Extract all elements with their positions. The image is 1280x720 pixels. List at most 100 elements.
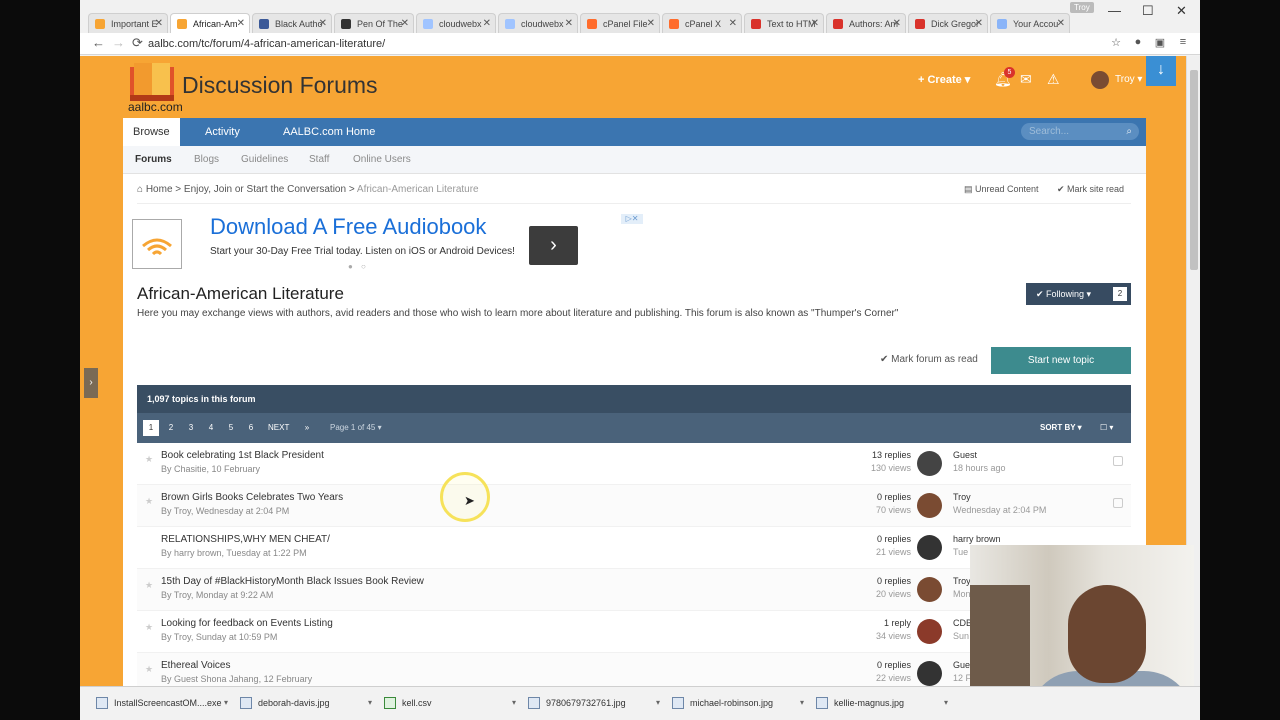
- browser-tab[interactable]: Your Accou ✕: [990, 13, 1070, 33]
- chevron-down-icon[interactable]: ▾: [512, 692, 516, 714]
- ad-text[interactable]: Start your 30-Day Free Trial today. List…: [210, 246, 515, 257]
- bookmark-star-icon[interactable]: ☆: [1109, 36, 1123, 50]
- avatar[interactable]: [917, 451, 942, 476]
- close-icon[interactable]: ✕: [647, 14, 655, 33]
- select-all-dropdown[interactable]: ☐ ▾: [1100, 420, 1113, 436]
- last-poster[interactable]: Troy: [953, 576, 971, 586]
- avatar[interactable]: [917, 577, 942, 602]
- audible-logo-icon[interactable]: [132, 219, 182, 269]
- subnav-blogs[interactable]: Blogs: [194, 146, 219, 174]
- create-button[interactable]: + Create ▾: [918, 73, 970, 86]
- browser-tab[interactable]: Pen Of The ✕: [334, 13, 414, 33]
- close-icon[interactable]: ✕: [975, 14, 983, 33]
- breadcrumb-home[interactable]: Home: [146, 184, 173, 195]
- next-page-button[interactable]: NEXT: [265, 420, 292, 436]
- minimize-icon[interactable]: —: [1108, 3, 1121, 18]
- extension-icon-2[interactable]: ▣: [1153, 36, 1167, 50]
- close-icon[interactable]: ✕: [401, 14, 409, 33]
- browser-tab[interactable]: Text to HTM ✕: [744, 13, 824, 33]
- menu-icon[interactable]: ≡: [1176, 36, 1190, 50]
- chevron-down-icon[interactable]: ▾: [656, 692, 660, 714]
- unread-content-link[interactable]: ▤ Unread Content: [964, 184, 1039, 195]
- download-arrow-icon[interactable]: ↓: [1146, 56, 1176, 86]
- topic-checkbox[interactable]: [1113, 456, 1123, 466]
- chevron-down-icon[interactable]: ▾: [368, 692, 372, 714]
- site-subtitle[interactable]: aalbc.com: [128, 100, 183, 114]
- download-item[interactable]: deborah-davis.jpg ▾: [232, 692, 372, 714]
- download-item[interactable]: kell.csv ▾: [376, 692, 516, 714]
- carousel-dots[interactable]: ● ○: [348, 262, 369, 271]
- close-icon[interactable]: ✕: [319, 14, 327, 33]
- last-poster[interactable]: Guest: [953, 450, 977, 460]
- tab-browse[interactable]: Browse: [123, 118, 180, 146]
- ad-title[interactable]: Download A Free Audiobook: [210, 214, 486, 240]
- page-2-button[interactable]: 2: [163, 420, 179, 436]
- chevron-down-icon[interactable]: ▾: [224, 692, 228, 714]
- forward-icon[interactable]: →: [112, 35, 125, 50]
- topic-title[interactable]: RELATIONSHIPS,WHY MEN CHEAT/: [161, 534, 330, 545]
- chevron-down-icon[interactable]: ▾: [800, 692, 804, 714]
- browser-tab[interactable]: Important E ✕: [88, 13, 168, 33]
- sort-by-dropdown[interactable]: SORT BY ▾: [1040, 420, 1082, 436]
- avatar[interactable]: [917, 535, 942, 560]
- maximize-icon[interactable]: ☐: [1142, 3, 1154, 19]
- subnav-guidelines[interactable]: Guidelines: [241, 146, 288, 174]
- close-icon[interactable]: ✕: [1057, 14, 1065, 33]
- browser-tab[interactable]: Black Autho ✕: [252, 13, 332, 33]
- page-5-button[interactable]: 5: [223, 420, 239, 436]
- page-jump-dropdown[interactable]: Page 1 of 45 ▾: [330, 420, 382, 436]
- page-6-button[interactable]: 6: [243, 420, 259, 436]
- mark-site-read-link[interactable]: ✔ Mark site read: [1057, 184, 1124, 195]
- close-icon[interactable]: ✕: [729, 14, 737, 33]
- browser-tab-active[interactable]: African-Am ✕: [170, 13, 250, 33]
- ad-close-icon[interactable]: ▷✕: [621, 214, 643, 224]
- download-item[interactable]: kellie-magnus.jpg ▾: [808, 692, 948, 714]
- topic-title[interactable]: 15th Day of #BlackHistoryMonth Black Iss…: [161, 576, 424, 587]
- envelope-icon[interactable]: ✉: [1020, 71, 1032, 88]
- browser-tab[interactable]: cloudwebx ✕: [498, 13, 578, 33]
- subnav-online-users[interactable]: Online Users: [353, 146, 411, 174]
- following-button[interactable]: ✔ Following ▾ 2: [1026, 283, 1131, 305]
- download-item[interactable]: InstallScreencastOM....exe ▾: [88, 692, 228, 714]
- window-close-icon[interactable]: ✕: [1176, 3, 1187, 19]
- close-icon[interactable]: ✕: [237, 14, 245, 33]
- scroll-thumb[interactable]: [1190, 70, 1198, 270]
- subnav-staff[interactable]: Staff: [309, 146, 329, 174]
- tab-activity[interactable]: Activity: [195, 118, 250, 146]
- mark-forum-read-button[interactable]: ✔ Mark forum as read: [880, 354, 978, 365]
- user-menu[interactable]: Troy ▾: [1115, 74, 1142, 85]
- page-3-button[interactable]: 3: [183, 420, 199, 436]
- url-input[interactable]: aalbc.com/tc/forum/4-african-american-li…: [148, 35, 1148, 53]
- browser-tab[interactable]: cPanel File ✕: [580, 13, 660, 33]
- list-item[interactable]: ★ Brown Girls Books Celebrates Two Years…: [137, 485, 1131, 527]
- browser-tab[interactable]: cPanel X ✕: [662, 13, 742, 33]
- site-title[interactable]: Discussion Forums: [182, 72, 378, 99]
- subnav-forums[interactable]: Forums: [135, 146, 172, 174]
- page-4-button[interactable]: 4: [203, 420, 219, 436]
- extension-icon[interactable]: ●: [1131, 36, 1145, 50]
- back-icon[interactable]: ←: [92, 35, 105, 50]
- topic-title[interactable]: Brown Girls Books Celebrates Two Years: [161, 492, 343, 503]
- browser-tab[interactable]: cloudwebx ✕: [416, 13, 496, 33]
- close-icon[interactable]: ✕: [483, 14, 491, 33]
- browser-tab[interactable]: Authors: Am ✕: [826, 13, 906, 33]
- ad-arrow-button[interactable]: ›: [529, 226, 578, 265]
- user-avatar[interactable]: [1091, 71, 1109, 89]
- last-poster[interactable]: harry brown: [953, 534, 1001, 544]
- topic-title[interactable]: Book celebrating 1st Black President: [161, 450, 324, 461]
- close-icon[interactable]: ✕: [155, 14, 163, 33]
- last-page-button[interactable]: »: [299, 420, 315, 436]
- close-icon[interactable]: ✕: [565, 14, 573, 33]
- last-poster[interactable]: Troy: [953, 492, 971, 502]
- download-item[interactable]: 9780679732761.jpg ▾: [520, 692, 660, 714]
- topic-title[interactable]: Ethereal Voices: [161, 660, 231, 671]
- sidebar-toggle-icon[interactable]: ›: [84, 368, 98, 398]
- tab-aalbc-home[interactable]: AALBC.com Home: [273, 118, 385, 146]
- profile-badge[interactable]: Troy: [1070, 2, 1094, 13]
- list-item[interactable]: ★ Book celebrating 1st Black President B…: [137, 443, 1131, 485]
- search-icon[interactable]: ⌕: [1126, 123, 1132, 140]
- browser-tab[interactable]: Dick Gregor ✕: [908, 13, 988, 33]
- warning-icon[interactable]: ⚠: [1047, 71, 1060, 88]
- topic-title[interactable]: Looking for feedback on Events Listing: [161, 618, 333, 629]
- search-input[interactable]: Search... ⌕: [1021, 123, 1139, 140]
